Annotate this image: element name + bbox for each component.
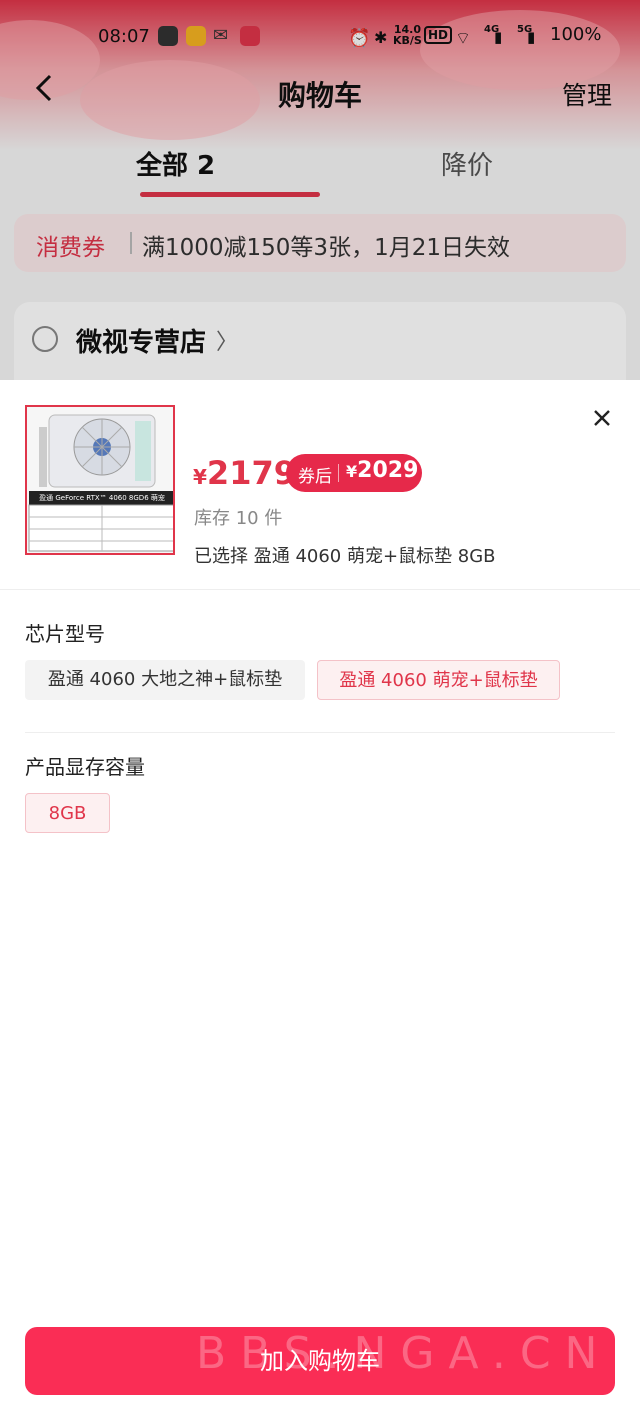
badge-separator <box>338 464 339 482</box>
divider <box>0 589 640 590</box>
price-value: 2179 <box>206 454 296 492</box>
section-divider <box>25 732 615 733</box>
after-coupon-badge: 券后 ¥2029 <box>286 454 422 492</box>
sku-selector-sheet: 盈通 GeForce RTX™ 4060 8GD6 萌宠 ¥2179 券后 ¥2… <box>0 380 640 1408</box>
after-coupon-label: 券后 <box>298 467 332 487</box>
dim-overlay[interactable] <box>0 0 640 380</box>
after-coupon-currency: ¥ <box>346 462 358 481</box>
chip-option[interactable]: 盈通 4060 大地之神+鼠标垫 <box>25 660 305 700</box>
after-coupon-price: ¥2029 <box>346 458 418 483</box>
memory-option-selected[interactable]: 8GB <box>25 793 110 833</box>
product-image-caption: 盈通 GeForce RTX™ 4060 8GD6 萌宠 <box>39 494 165 502</box>
close-icon[interactable] <box>588 404 616 432</box>
chip-option-selected[interactable]: 盈通 4060 萌宠+鼠标垫 <box>317 660 560 700</box>
after-coupon-value: 2029 <box>357 458 419 483</box>
price-currency: ¥ <box>193 465 207 489</box>
product-price: ¥2179 <box>193 454 296 492</box>
product-image: 盈通 GeForce RTX™ 4060 8GD6 萌宠 <box>25 405 175 555</box>
watermark: BBS.NGA.CN <box>196 1328 612 1379</box>
cart-page-background: 08:07 ✉ ⏰ ✱ 14.0 KB/S HD ⌔ 4G ▮ 5G ▮ 100… <box>0 0 640 380</box>
chip-model-title: 芯片型号 <box>25 622 105 646</box>
stock-count: 库存 10 件 <box>194 508 283 529</box>
memory-capacity-title: 产品显存容量 <box>25 755 145 779</box>
graphics-card-image <box>27 407 173 553</box>
selected-variant: 已选择 盈通 4060 萌宠+鼠标垫 8GB <box>194 546 496 567</box>
